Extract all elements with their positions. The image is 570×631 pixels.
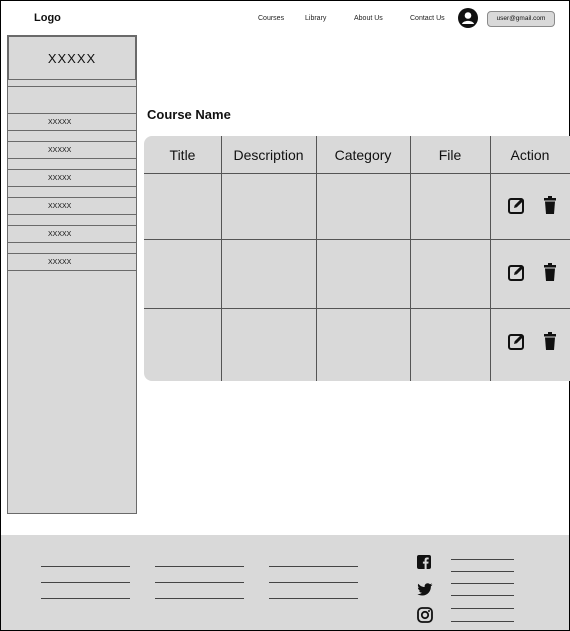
- footer: [1, 535, 569, 630]
- col-header-file: File: [438, 147, 462, 163]
- course-table: Title Description Category File Action: [144, 136, 570, 381]
- nav-library[interactable]: Library: [305, 15, 326, 22]
- footer-link-placeholder[interactable]: [451, 559, 514, 560]
- sidebar-item[interactable]: XXXXX: [8, 225, 136, 243]
- col-header-action: Action: [510, 147, 550, 163]
- trash-icon[interactable]: [544, 332, 556, 355]
- nav-about-us[interactable]: About Us: [354, 15, 383, 22]
- footer-link-placeholder[interactable]: [451, 595, 514, 596]
- page-title: Course Name: [147, 107, 231, 122]
- footer-link-placeholder[interactable]: [269, 598, 358, 599]
- footer-link-placeholder[interactable]: [451, 571, 514, 572]
- top-navbar: Logo Courses Library About Us Contact Us…: [0, 0, 570, 36]
- footer-link-placeholder[interactable]: [451, 583, 514, 584]
- edit-icon[interactable]: [508, 332, 526, 355]
- table-row-actions: [508, 196, 556, 219]
- twitter-icon[interactable]: [417, 583, 433, 599]
- sidebar-item[interactable]: XXXXX: [8, 141, 136, 159]
- table-row-actions: [508, 263, 556, 286]
- sidebar-item[interactable]: XXXXX: [8, 113, 136, 131]
- trash-icon[interactable]: [544, 196, 556, 219]
- facebook-icon[interactable]: [417, 555, 433, 571]
- nav-contact-us[interactable]: Contact Us: [410, 15, 445, 22]
- trash-icon[interactable]: [544, 263, 556, 286]
- col-header-title: Title: [169, 147, 196, 163]
- sidebar-spacer: [8, 86, 136, 114]
- col-header-description: Description: [233, 147, 304, 163]
- edit-icon[interactable]: [508, 196, 526, 219]
- footer-link-placeholder[interactable]: [41, 598, 130, 599]
- row-divider: [144, 173, 570, 174]
- sidebar-item[interactable]: XXXXX: [8, 253, 136, 271]
- footer-link-placeholder[interactable]: [451, 621, 514, 622]
- row-divider: [144, 308, 570, 309]
- footer-link-placeholder[interactable]: [451, 608, 514, 609]
- sidebar-header[interactable]: XXXXX: [8, 36, 136, 80]
- footer-link-placeholder[interactable]: [269, 566, 358, 567]
- footer-link-placeholder[interactable]: [41, 582, 130, 583]
- nav-courses[interactable]: Courses: [258, 15, 284, 22]
- footer-link-placeholder[interactable]: [155, 598, 244, 599]
- footer-link-placeholder[interactable]: [269, 582, 358, 583]
- footer-link-placeholder[interactable]: [41, 566, 130, 567]
- instagram-icon[interactable]: [417, 607, 433, 623]
- footer-link-placeholder[interactable]: [155, 582, 244, 583]
- footer-link-placeholder[interactable]: [155, 566, 244, 567]
- user-avatar-icon[interactable]: [458, 8, 478, 28]
- logo[interactable]: Logo: [34, 12, 61, 24]
- sidebar: XXXXX XXXXX XXXXX XXXXX XXXXX XXXXX XXXX…: [7, 35, 137, 514]
- sidebar-item[interactable]: XXXXX: [8, 169, 136, 187]
- user-email-badge[interactable]: user@gmail.com: [487, 11, 555, 27]
- col-header-category: Category: [334, 147, 392, 163]
- sidebar-item[interactable]: XXXXX: [8, 197, 136, 215]
- table-row-actions: [508, 332, 556, 355]
- edit-icon[interactable]: [508, 263, 526, 286]
- row-divider: [144, 239, 570, 240]
